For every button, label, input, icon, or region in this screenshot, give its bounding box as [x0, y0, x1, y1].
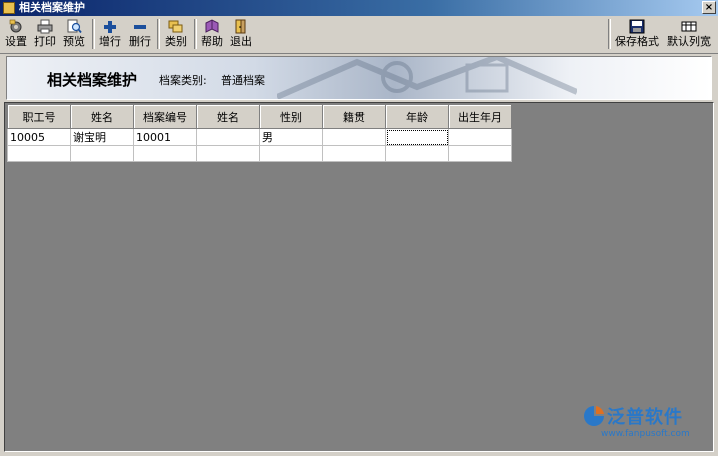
column-header[interactable]: 性别: [259, 104, 323, 129]
add-row-button[interactable]: 增行: [98, 18, 122, 50]
category-value: 普通档案: [221, 74, 265, 87]
column-header[interactable]: 档案编号: [133, 104, 197, 129]
data-grid-area: 职工号 姓名 档案编号 姓名 性别 籍贯 年龄 出生年月 10005 谢宝明 1…: [4, 102, 714, 452]
brand-watermark: 泛普软件 www.fanpusoft.com: [583, 403, 703, 443]
preview-button[interactable]: 预览: [62, 18, 86, 50]
table-cell[interactable]: [259, 145, 323, 162]
table-cell[interactable]: 10005: [7, 128, 71, 146]
brand-name: 泛普软件: [607, 407, 683, 428]
title-bar: 相关档案维护 ×: [0, 0, 718, 16]
column-header[interactable]: 姓名: [196, 104, 260, 129]
column-header[interactable]: 籍贯: [322, 104, 386, 129]
default-width-icon: [681, 21, 697, 32]
table-cell[interactable]: [448, 145, 512, 162]
column-header[interactable]: 姓名: [70, 104, 134, 129]
table-cell[interactable]: [385, 145, 449, 162]
toolbar-separator: [194, 19, 197, 49]
help-button[interactable]: 帮助: [200, 18, 224, 50]
brand-url: www.fanpusoft.com: [601, 429, 690, 439]
add-row-icon: [104, 21, 116, 33]
header-banner: 相关档案维护 档案类别: 普通档案: [6, 56, 712, 100]
save-format-icon: [629, 19, 645, 34]
column-header[interactable]: 出生年月: [448, 104, 512, 129]
table-cell[interactable]: [196, 128, 260, 146]
print-button[interactable]: 打印: [33, 18, 57, 50]
close-button[interactable]: ×: [702, 1, 716, 14]
table-cell[interactable]: [322, 145, 386, 162]
settings-icon: [9, 19, 22, 33]
archive-table: 职工号 姓名 档案编号 姓名 性别 籍贯 年龄 出生年月 10005 谢宝明 1…: [7, 104, 512, 162]
settings-button[interactable]: 设置: [4, 18, 28, 50]
toolbar: 设置 打印 预览 增行 删行 类别 帮助 退出 保存格式 默认列宽: [0, 16, 718, 54]
delete-row-icon: [134, 25, 146, 29]
column-header[interactable]: 年龄: [385, 104, 449, 129]
table-cell-focused[interactable]: [385, 128, 449, 146]
exit-button[interactable]: 退出: [229, 18, 253, 50]
table-cell[interactable]: [70, 145, 134, 162]
window-title: 相关档案维护: [19, 1, 85, 14]
table-header-row: 职工号 姓名 档案编号 姓名 性别 籍贯 年龄 出生年月: [7, 104, 512, 129]
table-cell[interactable]: [448, 128, 512, 146]
table-cell[interactable]: [196, 145, 260, 162]
table-row: [7, 145, 512, 162]
toolbar-separator: [608, 19, 611, 49]
toolbar-separator: [92, 19, 95, 49]
app-icon: [3, 2, 15, 14]
category-button[interactable]: 类别: [164, 18, 188, 50]
table-row: 10005 谢宝明 10001 男: [7, 128, 512, 146]
category-label: 档案类别:: [159, 74, 207, 87]
preview-icon: [67, 19, 82, 34]
table-cell[interactable]: [322, 128, 386, 146]
help-book-icon: [205, 19, 219, 33]
banner-decoration: [277, 57, 577, 99]
toolbar-separator: [157, 19, 160, 49]
table-cell[interactable]: 谢宝明: [70, 128, 134, 146]
table-cell[interactable]: [133, 145, 197, 162]
brand-logo-icon: [584, 406, 604, 426]
page-title: 相关档案维护: [47, 71, 138, 89]
table-cell[interactable]: 10001: [133, 128, 197, 146]
exit-door-icon: [235, 19, 246, 34]
save-format-button[interactable]: 保存格式: [613, 18, 661, 50]
default-width-button[interactable]: 默认列宽: [664, 18, 714, 50]
column-header[interactable]: 职工号: [7, 104, 71, 129]
category-icon: [168, 20, 183, 33]
table-cell[interactable]: 男: [259, 128, 323, 146]
printer-icon: [37, 19, 53, 34]
table-cell[interactable]: [7, 145, 71, 162]
delete-row-button[interactable]: 删行: [128, 18, 152, 50]
